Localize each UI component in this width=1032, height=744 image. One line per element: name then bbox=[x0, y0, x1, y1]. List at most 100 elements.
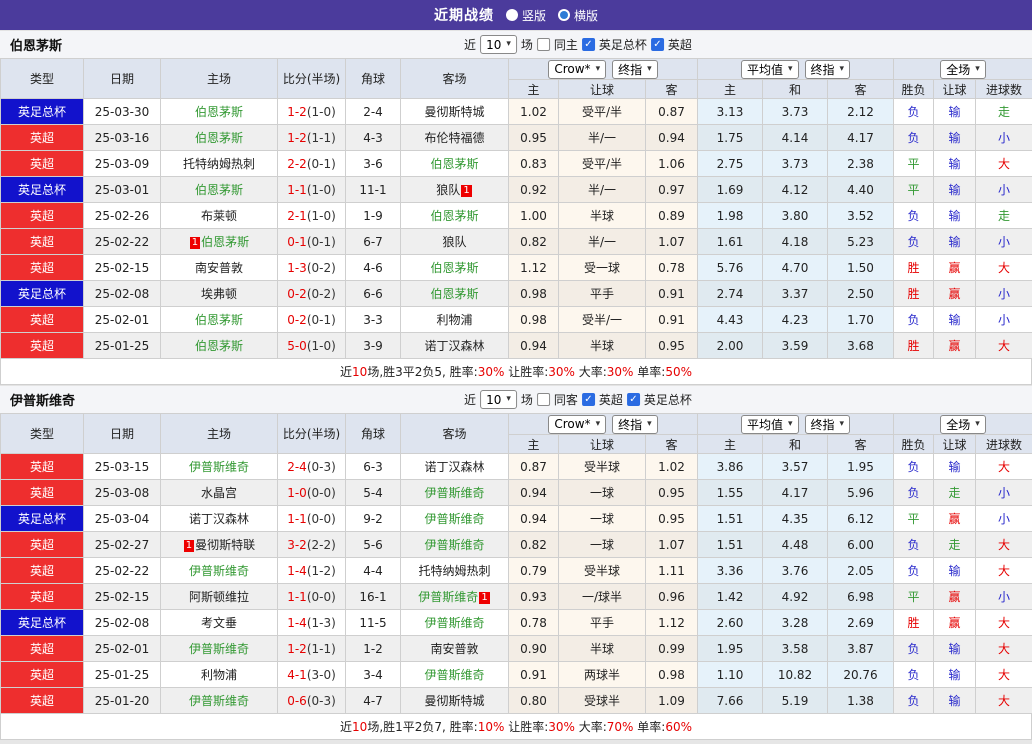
fulltime-score: 1-1 bbox=[287, 590, 307, 604]
team-label: 埃弗顿 bbox=[201, 287, 237, 301]
same-venue-checkbox[interactable] bbox=[537, 38, 550, 51]
avg-away: 1.38 bbox=[828, 688, 894, 714]
match-score: 0-2(0-1) bbox=[278, 307, 346, 333]
table-row: 英超25-01-20伊普斯维奇0-6(0-3)4-7曼彻斯特城0.80受球半1.… bbox=[1, 688, 1032, 714]
halftime-score: (0-0) bbox=[307, 486, 336, 500]
col-header-avg-draw: 和 bbox=[763, 435, 828, 454]
halftime-score: (3-0) bbox=[307, 668, 336, 682]
avg-home: 3.13 bbox=[698, 99, 763, 125]
away-team: 曼彻斯特城 bbox=[401, 99, 509, 125]
corner-score: 6-6 bbox=[346, 281, 401, 307]
result-winloss: 胜 bbox=[894, 333, 934, 359]
col-header-type: 类型 bbox=[1, 414, 84, 454]
team-label: 伊普斯维奇 bbox=[189, 564, 249, 578]
fulltime-score: 1-3 bbox=[287, 261, 307, 275]
recent-count-select[interactable]: 10 ▾ bbox=[480, 35, 517, 54]
table-row: 英超25-01-25伯恩茅斯5-0(1-0)3-9诺丁汉森林0.94半球0.95… bbox=[1, 333, 1032, 359]
odds-away: 1.11 bbox=[646, 558, 698, 584]
team-label: 伯恩茅斯 bbox=[195, 313, 243, 327]
same-venue-checkbox[interactable] bbox=[537, 393, 550, 406]
result-goals: 小 bbox=[976, 480, 1032, 506]
section-bar-bournemouth: 伯恩茅斯 近 10 ▾ 场 同主 ✓ 英足总杯 ✓ 英超 bbox=[0, 30, 1032, 58]
final-index-select-2[interactable]: 终指▾ bbox=[805, 415, 851, 434]
layout-horizontal-radio[interactable]: 横版 bbox=[558, 7, 598, 24]
away-team: 诺丁汉森林 bbox=[401, 454, 509, 480]
league-badge: 英足总杯 bbox=[1, 99, 84, 125]
odds-handicap: 平手 bbox=[559, 281, 646, 307]
results-table-ipswich: 类型 日期 主场 比分(半场) 角球 客场 Crow*▾ 终指▾ 平均值▾ 终指… bbox=[0, 413, 1032, 714]
odds-handicap: 受半球 bbox=[559, 558, 646, 584]
odds-away: 1.07 bbox=[646, 229, 698, 255]
avg-draw: 4.92 bbox=[763, 584, 828, 610]
summary-segment: 场,胜1平2负7, 胜率: bbox=[367, 718, 477, 735]
league-checkbox-1[interactable]: ✓ bbox=[627, 393, 640, 406]
league-badge: 英超 bbox=[1, 229, 84, 255]
avg-away: 2.50 bbox=[828, 281, 894, 307]
col-header-odds-home: 主 bbox=[509, 435, 559, 454]
halftime-score: (1-2) bbox=[307, 564, 336, 578]
table-row: 英超25-02-01伊普斯维奇1-2(1-1)1-2南安普敦0.90半球0.99… bbox=[1, 636, 1032, 662]
final-index-select-1[interactable]: 终指▾ bbox=[612, 415, 658, 434]
result-winloss: 负 bbox=[894, 662, 934, 688]
away-team: 伊普斯维奇 bbox=[401, 532, 509, 558]
result-handicap: 赢 bbox=[934, 333, 976, 359]
radio-selected-icon[interactable] bbox=[558, 9, 570, 21]
radio-icon[interactable] bbox=[506, 9, 518, 21]
team-label: 伊普斯维奇 bbox=[424, 616, 484, 630]
league-badge: 英超 bbox=[1, 454, 84, 480]
match-date: 25-02-27 bbox=[84, 532, 161, 558]
avg-away: 2.12 bbox=[828, 99, 894, 125]
avg-home: 2.75 bbox=[698, 151, 763, 177]
odds-handicap: 一球 bbox=[559, 532, 646, 558]
final-index-select-1[interactable]: 终指▾ bbox=[612, 60, 658, 79]
odds-home: 1.02 bbox=[509, 99, 559, 125]
bookmaker-select[interactable]: Crow*▾ bbox=[548, 60, 606, 79]
team-label: 布莱顿 bbox=[201, 209, 237, 223]
chevron-down-icon: ▾ bbox=[788, 420, 793, 429]
col-header-goals: 进球数 bbox=[976, 435, 1032, 454]
result-winloss: 负 bbox=[894, 99, 934, 125]
layout-vertical-radio[interactable]: 竖版 bbox=[506, 7, 546, 24]
fulltime-select[interactable]: 全场▾ bbox=[940, 60, 986, 79]
odds-home: 0.80 bbox=[509, 688, 559, 714]
result-handicap: 输 bbox=[934, 307, 976, 333]
team-label: 阿斯顿维拉 bbox=[189, 590, 249, 604]
bookmaker-select[interactable]: Crow*▾ bbox=[548, 415, 606, 434]
league-checkbox-1[interactable]: ✓ bbox=[651, 38, 664, 51]
average-select[interactable]: 平均值▾ bbox=[741, 415, 799, 434]
fulltime-score: 0-2 bbox=[287, 287, 307, 301]
halftime-score: (1-1) bbox=[307, 131, 336, 145]
final-index-select-2[interactable]: 终指▾ bbox=[805, 60, 851, 79]
chevron-down-icon: ▾ bbox=[596, 65, 601, 74]
match-score: 0-6(0-3) bbox=[278, 688, 346, 714]
col-header-home: 主场 bbox=[161, 59, 278, 99]
result-handicap: 输 bbox=[934, 636, 976, 662]
team-label: 狼队 bbox=[442, 235, 466, 249]
odds-away: 1.02 bbox=[646, 454, 698, 480]
avg-away: 6.12 bbox=[828, 506, 894, 532]
average-select[interactable]: 平均值▾ bbox=[741, 60, 799, 79]
summary-segment: 30% bbox=[548, 365, 575, 379]
col-header-odds-handicap: 让球 bbox=[559, 80, 646, 99]
odds-home: 0.93 bbox=[509, 584, 559, 610]
away-team: 伊普斯维奇 bbox=[401, 662, 509, 688]
league-checkbox-0[interactable]: ✓ bbox=[582, 393, 595, 406]
odds-home: 0.82 bbox=[509, 532, 559, 558]
result-handicap: 赢 bbox=[934, 255, 976, 281]
result-winloss: 平 bbox=[894, 151, 934, 177]
away-team: 诺丁汉森林 bbox=[401, 333, 509, 359]
result-goals: 大 bbox=[976, 610, 1032, 636]
avg-home: 1.42 bbox=[698, 584, 763, 610]
table-row: 英超25-02-271曼彻斯特联3-2(2-2)5-6伊普斯维奇0.82一球1.… bbox=[1, 532, 1032, 558]
league-checkbox-0[interactable]: ✓ bbox=[582, 38, 595, 51]
odds-handicap: 半/一 bbox=[559, 177, 646, 203]
corner-score: 4-3 bbox=[346, 125, 401, 151]
away-team: 伯恩茅斯 bbox=[401, 203, 509, 229]
odds-away: 1.06 bbox=[646, 151, 698, 177]
away-team: 伊普斯维奇 bbox=[401, 480, 509, 506]
recent-count-select[interactable]: 10 ▾ bbox=[480, 390, 517, 409]
fulltime-select[interactable]: 全场▾ bbox=[940, 415, 986, 434]
halftime-score: (1-0) bbox=[307, 209, 336, 223]
avg-away: 4.40 bbox=[828, 177, 894, 203]
avg-home: 1.51 bbox=[698, 506, 763, 532]
